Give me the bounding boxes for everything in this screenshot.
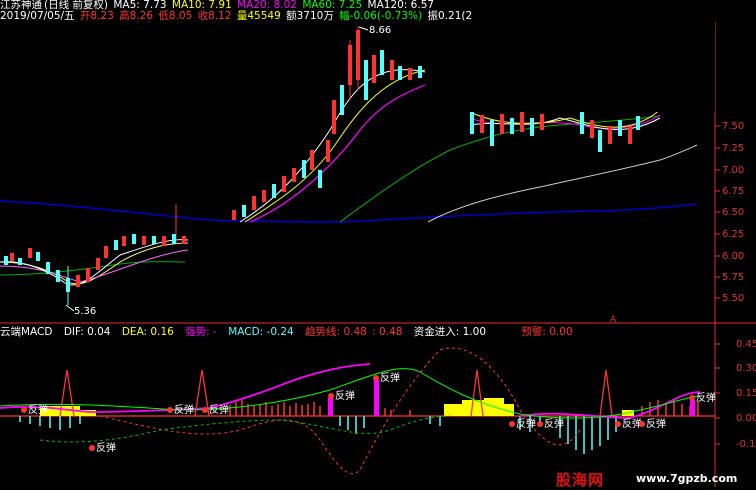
macd-ticks: 0.45 0.30 0.15 0.00 -0.15 xyxy=(715,339,756,450)
rebound-label: 反弹 xyxy=(622,417,642,430)
rebound-label: 反弹 xyxy=(516,417,536,430)
axis-marker: A xyxy=(610,315,617,325)
strength-label: 强势: - xyxy=(185,326,217,338)
ma-lines-rise xyxy=(239,69,426,223)
ma120-white-line xyxy=(427,144,698,223)
price-tick: 7.00 xyxy=(722,165,744,176)
chart-canvas[interactable]: 7.50 7.25 7.00 6.75 6.50 6.25 6.00 5.75 … xyxy=(0,0,756,487)
macd-tick: 0.30 xyxy=(736,363,756,374)
candles-left xyxy=(0,239,189,286)
price-tick: 5.50 xyxy=(722,293,744,304)
low-price-pointer xyxy=(65,304,75,312)
price-tick: 5.75 xyxy=(722,272,744,283)
macd-header: 云端MACD DIF: 0.04 DEA: 0.16 强势: - MACD: -… xyxy=(0,327,575,338)
dea-label: DEA: 0.16 xyxy=(121,326,174,338)
macd-tick: -0.15 xyxy=(736,439,756,450)
macd-tick: 0.00 xyxy=(736,413,756,424)
price-tick: 6.00 xyxy=(722,251,744,262)
macd-histogram xyxy=(19,400,699,454)
trend-label: 趋势线: 0.48 xyxy=(305,326,367,338)
candle-bars-rise xyxy=(232,26,422,220)
rebound-label: 反弹 xyxy=(544,417,564,430)
macd-tick: 0.45 xyxy=(736,339,756,350)
candle-bars-right xyxy=(469,109,661,152)
price-tick: 6.25 xyxy=(722,229,744,240)
high-price-label: 8.66 xyxy=(369,25,391,36)
macd-title: 云端MACD xyxy=(0,326,53,338)
price-ticks: 7.50 7.25 7.00 6.75 6.50 6.25 6.00 5.75 … xyxy=(715,121,744,304)
rebound-label: 反弹 xyxy=(174,403,194,416)
occluding-box-mid xyxy=(188,224,568,264)
rebound-label: 反弹 xyxy=(28,403,48,416)
macd-tick: 0.15 xyxy=(736,388,756,399)
ma120-line xyxy=(0,200,698,223)
rebound-label: 反弹 xyxy=(335,389,355,402)
rebound-label: 反弹 xyxy=(96,441,116,454)
rebound-label: 反弹 xyxy=(646,417,666,430)
fund-in-label: 资金进入: 1.00 xyxy=(413,326,487,338)
rebound-label: 反弹 xyxy=(696,391,716,404)
price-tick: 6.50 xyxy=(722,207,744,218)
price-tick: 7.25 xyxy=(722,143,744,154)
warning-label: 预警: 0.00 xyxy=(521,326,573,338)
low-price-label: 5.36 xyxy=(74,306,96,317)
macd-green-dashed xyxy=(39,415,451,443)
price-tick: 7.50 xyxy=(722,121,744,132)
macd-value-label: MACD: -0.24 xyxy=(228,326,294,338)
price-tick: 6.75 xyxy=(722,186,744,197)
occluding-box-top xyxy=(428,22,715,112)
candle-bars-left xyxy=(4,204,186,305)
high-price-pointer xyxy=(358,26,369,31)
watermark-url: www.7gpzb.com xyxy=(636,472,738,485)
rebound-label: 反弹 xyxy=(380,371,400,384)
rebound-label: 反弹 xyxy=(209,403,229,416)
dif-label: DIF: 0.04 xyxy=(63,326,111,338)
trend-value: : 0.48 xyxy=(372,326,403,338)
